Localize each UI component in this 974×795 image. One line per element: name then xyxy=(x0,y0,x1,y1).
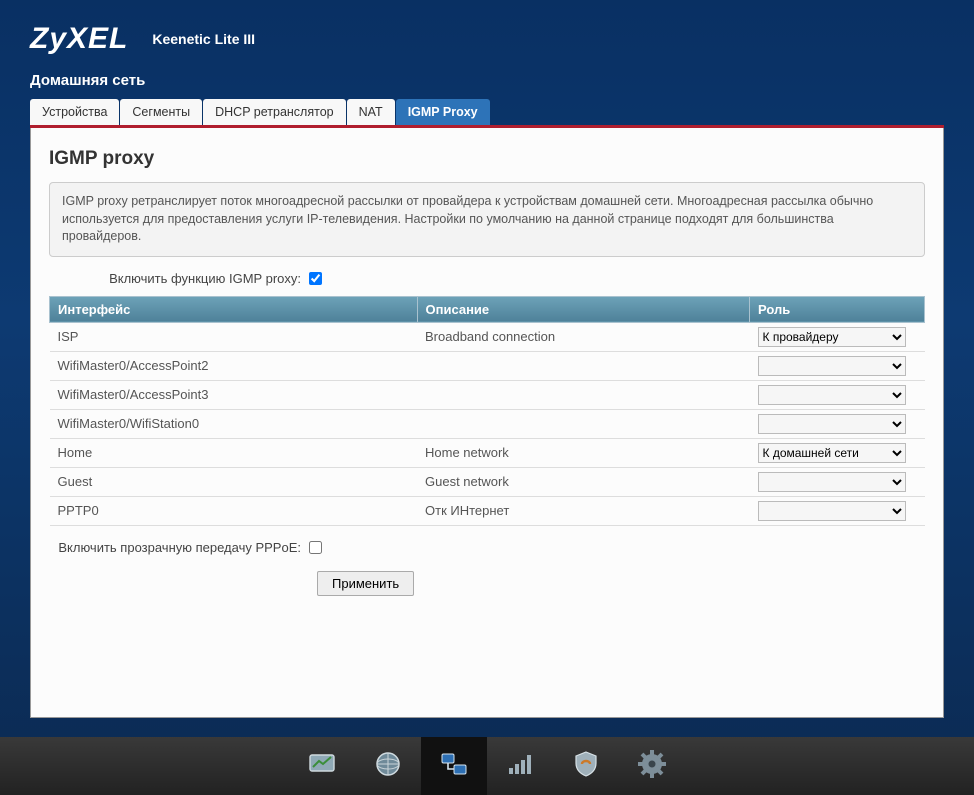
col-role: Роль xyxy=(750,296,925,322)
cell-interface: Home xyxy=(50,438,418,467)
tab-2[interactable]: DHCP ретранслятор xyxy=(203,99,346,125)
app-frame: ZyXEL Keenetic Lite III Домашняя сеть Ус… xyxy=(0,0,974,795)
tab-bar: УстройстваСегментыDHCP ретрансляторNATIG… xyxy=(30,99,944,128)
cell-role: К провайдеруК домашней сети xyxy=(750,467,925,496)
col-interface: Интерфейс xyxy=(50,296,418,322)
role-select[interactable]: К провайдеруК домашней сети xyxy=(758,327,906,347)
cell-role: К провайдеруК домашней сети xyxy=(750,380,925,409)
brand-logo: ZyXEL xyxy=(30,22,128,56)
table-row: PPTP0Отк ИНтернет К провайдеруК домашней … xyxy=(50,496,925,525)
table-row: WifiMaster0/AccessPoint3 К провайдеруК до… xyxy=(50,380,925,409)
bottom-nav xyxy=(0,737,974,795)
cell-interface: WifiMaster0/WifiStation0 xyxy=(50,409,418,438)
pppoe-label: Включить прозрачную передачу PPPoE: xyxy=(49,540,309,555)
role-select[interactable]: К провайдеруК домашней сети xyxy=(758,501,906,521)
globe-nav[interactable] xyxy=(355,737,421,795)
cell-description xyxy=(417,380,750,409)
help-text: IGMP proxy ретранслирует поток многоадре… xyxy=(49,182,925,257)
table-row: WifiMaster0/WifiStation0 К провайдеруК до… xyxy=(50,409,925,438)
role-select[interactable]: К провайдеруК домашней сети xyxy=(758,414,906,434)
shield-nav[interactable] xyxy=(553,737,619,795)
gear-nav[interactable] xyxy=(619,737,685,795)
cell-description: Guest network xyxy=(417,467,750,496)
role-select[interactable]: К провайдеруК домашней сети xyxy=(758,443,906,463)
enable-igmp-row: Включить функцию IGMP proxy: xyxy=(49,271,925,286)
cell-description xyxy=(417,351,750,380)
cell-interface: ISP xyxy=(50,322,418,351)
table-row: ISPBroadband connection К провайдеруК дом… xyxy=(50,322,925,351)
signal-icon xyxy=(504,748,536,785)
enable-igmp-label: Включить функцию IGMP proxy: xyxy=(49,271,309,286)
cell-interface: PPTP0 xyxy=(50,496,418,525)
role-select[interactable]: К провайдеруК домашней сети xyxy=(758,385,906,405)
tab-1[interactable]: Сегменты xyxy=(120,99,202,125)
cell-description: Отк ИНтернет xyxy=(417,496,750,525)
header: ZyXEL Keenetic Lite III xyxy=(0,0,974,62)
monitor-nav[interactable] xyxy=(289,737,355,795)
pppoe-row: Включить прозрачную передачу PPPoE: xyxy=(49,540,925,555)
cell-description: Home network xyxy=(417,438,750,467)
cell-description: Broadband connection xyxy=(417,322,750,351)
cell-interface: WifiMaster0/AccessPoint3 xyxy=(50,380,418,409)
enable-igmp-checkbox[interactable] xyxy=(309,272,322,285)
content-panel: IGMP proxy IGMP proxy ретранслирует пото… xyxy=(30,128,944,718)
col-description: Описание xyxy=(417,296,750,322)
tab-4[interactable]: IGMP Proxy xyxy=(396,99,490,125)
table-row: GuestGuest network К провайдеруК домашней… xyxy=(50,467,925,496)
role-select[interactable]: К провайдеруК домашней сети xyxy=(758,472,906,492)
breadcrumb: Домашняя сеть xyxy=(0,62,974,99)
role-select[interactable]: К провайдеруК домашней сети xyxy=(758,356,906,376)
interfaces-table: Интерфейс Описание Роль ISPBroadband con… xyxy=(49,296,925,526)
network-nav[interactable] xyxy=(421,737,487,795)
cell-description xyxy=(417,409,750,438)
cell-role: К провайдеруК домашней сети xyxy=(750,409,925,438)
page-title: IGMP proxy xyxy=(49,148,925,170)
network-icon xyxy=(438,748,470,785)
tab-3[interactable]: NAT xyxy=(347,99,395,125)
tab-0[interactable]: Устройства xyxy=(30,99,119,125)
cell-interface: WifiMaster0/AccessPoint2 xyxy=(50,351,418,380)
globe-icon xyxy=(372,748,404,785)
table-row: WifiMaster0/AccessPoint2 К провайдеруК до… xyxy=(50,351,925,380)
cell-interface: Guest xyxy=(50,467,418,496)
shield-icon xyxy=(570,748,602,785)
cell-role: К провайдеруК домашней сети xyxy=(750,438,925,467)
signal-nav[interactable] xyxy=(487,737,553,795)
pppoe-checkbox[interactable] xyxy=(309,541,322,554)
gear-icon xyxy=(636,748,668,785)
apply-button[interactable]: Применить xyxy=(317,571,414,596)
model-name: Keenetic Lite III xyxy=(152,31,255,47)
cell-role: К провайдеруК домашней сети xyxy=(750,351,925,380)
cell-role: К провайдеруК домашней сети xyxy=(750,496,925,525)
monitor-icon xyxy=(306,748,338,785)
table-row: HomeHome network К провайдеруК домашней с… xyxy=(50,438,925,467)
cell-role: К провайдеруК домашней сети xyxy=(750,322,925,351)
